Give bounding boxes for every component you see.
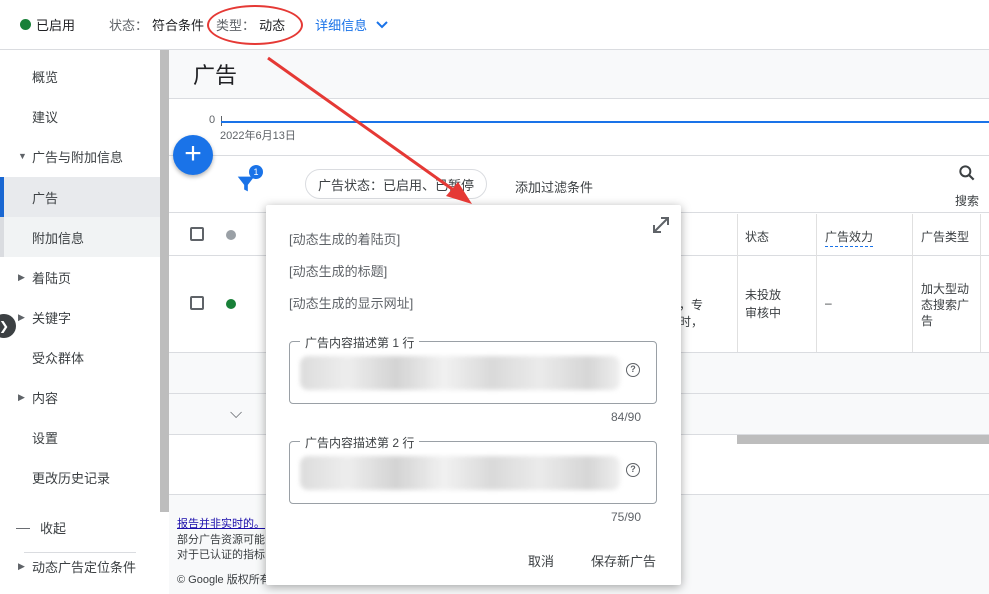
description-line-1-label: 广告内容描述第 1 行 (300, 334, 420, 351)
ad-strength-cell: – (825, 296, 832, 310)
chevron-down-icon[interactable]: ⌵ (230, 405, 242, 423)
page-title: 广告 (193, 63, 238, 88)
campaign-status-bar: 已启用 状态： 符合条件 类型： 动态 详细信息 (0, 0, 989, 50)
add-filter-button[interactable]: 添加过滤条件 (515, 177, 593, 196)
sidebar-scrollbar[interactable] (160, 50, 169, 512)
dynamic-landing-page: [动态生成的着陆页] (289, 232, 401, 247)
ad-text-fragment: 时， (679, 315, 704, 329)
help-icon[interactable]: ? (626, 463, 640, 477)
ad-review-status: 审核中 (745, 306, 782, 320)
caret-right-icon: ▶ (18, 311, 25, 322)
chart-line (221, 121, 989, 123)
sidebar-item-label: 广告与附加信息 (32, 149, 124, 165)
chart-date-label: 2022年6月13日 (220, 130, 296, 142)
redacted-text (300, 356, 620, 390)
ad-edit-popup: [动态生成的着陆页] [动态生成的标题] [动态生成的显示网址] 广告内容描述第… (266, 205, 681, 585)
status-label: 状态： (109, 18, 149, 33)
description-line-2-counter: 75/90 (610, 510, 641, 524)
table-horizontal-scrollbar[interactable] (737, 435, 989, 444)
collapse-label: 收起 (40, 520, 67, 536)
description-line-2-label: 广告内容描述第 2 行 (300, 434, 420, 451)
column-header-ad-type[interactable]: 广告类型 (921, 228, 969, 245)
sidebar-item-label: 受众群体 (32, 350, 85, 366)
sidebar-item-label: 内容 (32, 390, 59, 406)
report-latency-link[interactable]: 报告并非实时的。 (177, 515, 265, 531)
select-all-checkbox[interactable] (190, 227, 204, 241)
sidebar-item-label: 关键字 (32, 310, 72, 326)
sidebar-item-label: 附加信息 (32, 230, 85, 246)
cancel-button[interactable]: 取消 (528, 551, 554, 570)
caret-right-icon: ▶ (18, 391, 25, 402)
sidebar-item-dynamic-targets[interactable]: ▶ 动态广告定位条件 (0, 546, 160, 586)
ad-type-cell: 告 (921, 314, 934, 328)
sidebar-item-settings[interactable]: 设置 (0, 417, 160, 457)
sidebar-item-ads[interactable]: 广告 (0, 177, 160, 217)
enabled-status-text: 已启用 (36, 18, 76, 33)
minus-icon: — (16, 519, 30, 535)
save-new-ad-button[interactable]: 保存新广告 (591, 551, 656, 570)
dynamic-headline: [动态生成的标题] (289, 264, 388, 279)
search-icon[interactable] (957, 163, 977, 183)
sidebar-item-change-history[interactable]: 更改历史记录 (0, 457, 160, 497)
sidebar-item-keywords[interactable]: ▶ 关键字 (0, 297, 160, 337)
status-value: 符合条件 (152, 18, 205, 33)
page-header: 广告 (169, 50, 989, 99)
sidebar-item-label: 动态广告定位条件 (32, 559, 137, 575)
enabled-status-dot (20, 19, 31, 30)
caret-down-icon: ▼ (18, 151, 27, 161)
caret-right-icon: ▶ (18, 271, 25, 282)
chevron-down-icon (376, 20, 388, 28)
row-checkbox[interactable] (190, 296, 204, 310)
footer-note: 部分广告资源可能 (177, 534, 265, 546)
sidebar-item-label: 更改历史记录 (32, 470, 111, 486)
status-column-dot (226, 230, 236, 240)
description-line-1-counter: 84/90 (610, 410, 641, 424)
sidebar-item-label: 着陆页 (32, 270, 72, 286)
sidebar-item-label: 概览 (32, 69, 59, 85)
ad-text-fragment: ，专 (679, 298, 704, 312)
search-label: 搜索 (955, 194, 980, 208)
redacted-text (300, 456, 620, 490)
sidebar-item-ads-extensions[interactable]: ▼ 广告与附加信息 (0, 136, 160, 176)
filter-count-badge: 1 (249, 165, 263, 179)
chart-y-zero-label: 0 (209, 114, 216, 126)
sidebar-item-extensions[interactable]: 附加信息 (0, 217, 160, 257)
sidebar-item-label: 设置 (32, 430, 59, 446)
description-line-2-field[interactable]: 广告内容描述第 2 行 ? (289, 434, 657, 504)
sidebar-item-label: 建议 (32, 109, 59, 125)
performance-chart: 0 2022年6月13日 (169, 100, 989, 156)
enabled-status-dot (226, 299, 236, 309)
details-toggle[interactable]: 详细信息 (315, 15, 389, 34)
annotation-ellipse (207, 5, 303, 45)
description-line-1-field[interactable]: 广告内容描述第 1 行 ? (289, 334, 657, 404)
dynamic-display-url: [动态生成的显示网址] (289, 296, 414, 311)
copyright: © Google 版权所有 (177, 574, 271, 586)
ad-status-filter-chip[interactable]: 广告状态：已启用、已暂停 (305, 169, 487, 199)
ad-status-cell: 未投放 (745, 288, 782, 302)
sidebar-item-label: 广告 (32, 190, 59, 206)
footer-note: 对于已认证的指标 (177, 549, 265, 561)
sidebar-collapse-button[interactable]: — 收起 (0, 507, 160, 547)
left-navigation: 概览 建议 ▼ 广告与附加信息 广告 附加信息 ▶ 着陆页 ▶ 关键字 受众群体 ▶ 内… (0, 50, 160, 594)
details-label: 详细信息 (315, 18, 368, 33)
sidebar-item-overview[interactable]: 概览 (0, 56, 160, 96)
sidebar-item-content[interactable]: ▶ 内容 (0, 377, 160, 417)
expand-icon[interactable] (651, 215, 671, 235)
sidebar-item-recommendations[interactable]: 建议 (0, 96, 160, 136)
column-header-ad-strength[interactable]: 广告效力 (825, 228, 874, 247)
caret-right-icon: ▶ (18, 560, 25, 571)
column-header-status[interactable]: 状态 (745, 228, 769, 245)
sidebar-item-audiences[interactable]: 受众群体 (0, 337, 160, 377)
help-icon[interactable]: ? (626, 363, 640, 377)
sidebar-item-landing-pages[interactable]: ▶ 着陆页 (0, 257, 160, 297)
